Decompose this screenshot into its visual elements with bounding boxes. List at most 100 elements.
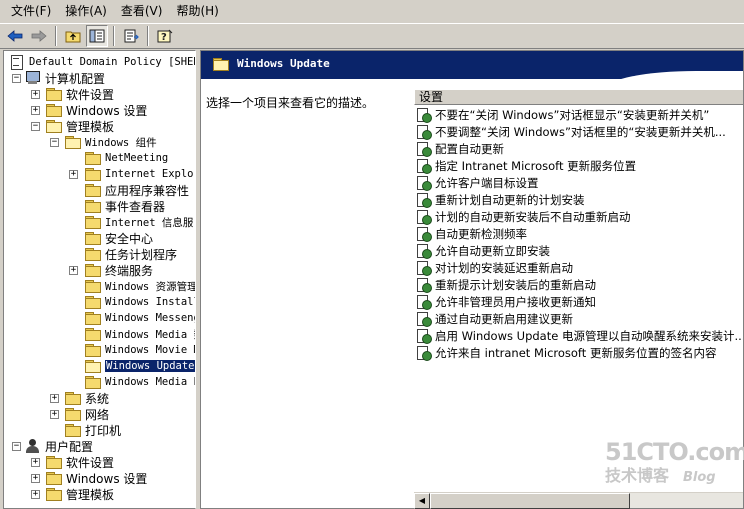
tree-label: NetMeeting: [105, 152, 169, 164]
expand-icon[interactable]: +: [50, 394, 59, 403]
toolbar-separator: [113, 26, 115, 46]
tree-network[interactable]: 网络: [65, 406, 109, 422]
setting-label: 允许来自 intranet Microsoft 更新服务位置的签名内容: [435, 345, 717, 360]
tree-windows-settings[interactable]: Windows 设置: [46, 102, 147, 118]
forward-icon[interactable]: [28, 25, 50, 47]
policy-setting-icon: [416, 141, 432, 157]
tree-system[interactable]: 系统: [65, 390, 109, 406]
tree-iis[interactable]: Internet 信息服: [85, 214, 193, 230]
show-hide-tree-icon[interactable]: [86, 25, 108, 47]
tree-windows-messenger[interactable]: Windows Messeng: [85, 310, 195, 326]
tree-label: 打印机: [85, 423, 122, 438]
tree-windows-media-dm[interactable]: Windows Media 数: [85, 326, 195, 342]
help-icon[interactable]: ?: [154, 25, 176, 47]
tree-windows-movie-maker[interactable]: Windows Movie M: [85, 342, 195, 358]
setting-row[interactable]: 通过自动更新启用建议更新: [416, 310, 573, 327]
folder-icon: [85, 312, 101, 325]
tree-computer-config[interactable]: 计算机配置: [25, 70, 105, 86]
tree-root[interactable]: Default Domain Policy [SHENY: [9, 54, 195, 70]
tree-windows-media-player[interactable]: Windows Media P: [85, 374, 196, 390]
export-list-icon[interactable]: [120, 25, 142, 47]
tree-software-settings[interactable]: 软件设置: [46, 86, 114, 102]
menu-file[interactable]: 文件(F): [4, 1, 58, 21]
tree-label: 软件设置: [66, 87, 115, 102]
back-icon[interactable]: [4, 25, 26, 47]
tree-windows-explorer[interactable]: Windows 资源管理: [85, 278, 195, 294]
collapse-icon[interactable]: −: [12, 442, 21, 451]
menu-bar: 文件(F) 操作(A) 查看(V) 帮助(H): [0, 0, 744, 22]
tree-terminal-services[interactable]: 终端服务: [85, 262, 153, 278]
tree-user-windows-settings[interactable]: Windows 设置: [46, 470, 147, 486]
setting-row[interactable]: 允许非管理员用户接收更新通知: [416, 293, 596, 310]
horizontal-scrollbar[interactable]: ◀: [414, 492, 743, 509]
setting-row[interactable]: 不要在“关闭 Windows”对话框显示“安装更新并关机”: [416, 106, 709, 123]
tree-admin-templates[interactable]: 管理模板: [46, 118, 114, 134]
setting-row[interactable]: 重新计划自动更新的计划安装: [416, 191, 585, 208]
tree-netmeeting[interactable]: NetMeeting: [85, 150, 168, 166]
policy-setting-icon: [416, 294, 432, 310]
setting-row[interactable]: 指定 Intranet Microsoft 更新服务位置: [416, 157, 636, 174]
policy-setting-icon: [416, 209, 432, 225]
setting-row[interactable]: 计划的自动更新安装后不自动重新启动: [416, 208, 631, 225]
tree-label: Windows 设置: [66, 471, 148, 486]
tree-windows-components[interactable]: Windows 组件: [65, 134, 157, 150]
policy-setting-icon: [416, 277, 432, 293]
folder-icon: [85, 200, 101, 213]
setting-row[interactable]: 自动更新检测频率: [416, 225, 527, 242]
folder-icon: [85, 296, 101, 309]
toolbar: ?: [0, 23, 744, 49]
tree-user-config[interactable]: 用户配置: [25, 438, 93, 454]
tree-app-compat[interactable]: 应用程序兼容性: [85, 182, 189, 198]
folder-icon: [85, 328, 101, 341]
setting-row[interactable]: 对计划的安装延迟重新启动: [416, 259, 573, 276]
tree-user-software-settings[interactable]: 软件设置: [46, 454, 114, 470]
setting-label: 允许非管理员用户接收更新通知: [435, 294, 596, 309]
folder-open-icon: [46, 120, 62, 133]
menu-help[interactable]: 帮助(H): [169, 1, 225, 21]
expand-icon[interactable]: +: [31, 474, 40, 483]
tree-windows-installer[interactable]: Windows Install: [85, 294, 195, 310]
user-icon: [25, 439, 41, 453]
tree-windows-update[interactable]: Windows Update: [85, 358, 195, 374]
setting-label: 不要在“关闭 Windows”对话框显示“安装更新并关机”: [435, 107, 710, 122]
expand-icon[interactable]: +: [31, 106, 40, 115]
expand-icon[interactable]: +: [31, 90, 40, 99]
collapse-icon[interactable]: −: [12, 74, 21, 83]
policy-setting-icon: [416, 243, 432, 259]
tree-user-admin-templates[interactable]: 管理模板: [46, 486, 114, 502]
scroll-thumb[interactable]: [430, 493, 630, 509]
setting-row[interactable]: 允许来自 intranet Microsoft 更新服务位置的签名内容: [416, 344, 716, 361]
settings-list[interactable]: 设置 不要在“关闭 Windows”对话框显示“安装更新并关机” 不要调整“关闭…: [414, 89, 743, 492]
expand-icon[interactable]: +: [31, 490, 40, 499]
menu-view[interactable]: 查看(V): [114, 1, 170, 21]
expand-icon[interactable]: +: [50, 410, 59, 419]
setting-row[interactable]: 允许客户端目标设置: [416, 174, 539, 191]
tree-task-scheduler[interactable]: 任务计划程序: [85, 246, 177, 262]
collapse-icon[interactable]: −: [50, 138, 59, 147]
tree-event-viewer[interactable]: 事件查看器: [85, 198, 165, 214]
folder-icon: [46, 472, 62, 485]
expand-icon[interactable]: +: [69, 170, 78, 179]
scroll-left-icon[interactable]: ◀: [414, 493, 430, 509]
tree-label: 管理模板: [66, 487, 115, 502]
menu-action[interactable]: 操作(A): [58, 1, 114, 21]
column-header-setting[interactable]: 设置: [414, 89, 743, 105]
up-folder-icon[interactable]: [62, 25, 84, 47]
setting-label: 重新计划自动更新的计划安装: [435, 192, 585, 207]
tree-label: Internet Explor: [105, 168, 196, 180]
tree-printers[interactable]: 打印机: [65, 422, 121, 438]
policy-setting-icon: [416, 345, 432, 361]
collapse-icon[interactable]: −: [31, 122, 40, 131]
console-tree[interactable]: Default Domain Policy [SHENY − 计算机配置 + 软…: [3, 50, 196, 509]
setting-label: 通过自动更新启用建议更新: [435, 311, 573, 326]
setting-row[interactable]: 重新提示计划安装后的重新启动: [416, 276, 596, 293]
setting-row[interactable]: 启用 Windows Update 电源管理以自动唤醒系统来安装计...: [416, 327, 743, 344]
setting-row[interactable]: 不要调整“关闭 Windows”对话框里的“安装更新并关机...: [416, 123, 726, 140]
expand-icon[interactable]: +: [69, 266, 78, 275]
tree-label: Windows Media P: [105, 376, 196, 388]
expand-icon[interactable]: +: [31, 458, 40, 467]
setting-row[interactable]: 允许自动更新立即安装: [416, 242, 550, 259]
tree-security-center[interactable]: 安全中心: [85, 230, 153, 246]
setting-row[interactable]: 配置自动更新: [416, 140, 504, 157]
tree-internet-explorer[interactable]: Internet Explor: [85, 166, 196, 182]
